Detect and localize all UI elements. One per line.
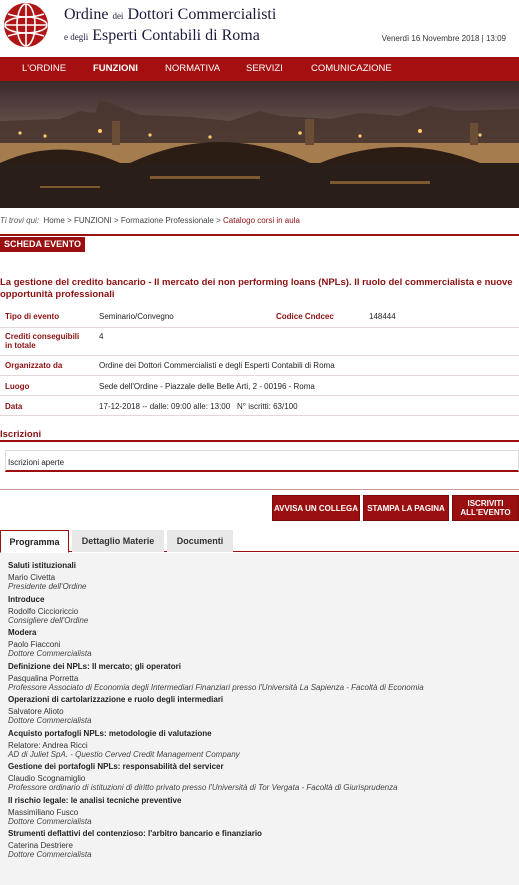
divider: [0, 489, 519, 490]
programma-role: AD di Juliet SpA. - Questio Cerved Credi…: [8, 749, 240, 759]
tab-dettaglio-materie[interactable]: Dettaglio Materie: [72, 530, 164, 552]
programma-role: Professore Associato di Economia degli I…: [8, 682, 424, 692]
globe-logo-icon[interactable]: [3, 2, 49, 48]
row-organizzato: Organizzato da Ordine dei Dottori Commer…: [0, 356, 519, 376]
value-data: 17-12-2018 -- dalle: 09:00 alle: 13:00: [99, 402, 231, 411]
nav-item-normativa[interactable]: NORMATIVA: [165, 63, 220, 74]
iscrizioni-heading: Iscrizioni: [0, 429, 42, 440]
divider: [0, 440, 519, 442]
programma-role: Dottore Commercialista: [8, 816, 92, 826]
label-codice: Codice Cndcec: [276, 312, 334, 321]
org-name[interactable]: Ordine dei Dottori Commercialisti e degl…: [64, 6, 276, 46]
breadcrumb: Ti trovi qui: Home > FUNZIONI > Formazio…: [0, 216, 300, 225]
programma-topic: Gestione dei portafogli NPLs: responsabi…: [8, 762, 224, 771]
current-date: Venerdì 16 Novembre 2018 | 13:09: [381, 34, 506, 43]
programma-topic: Il rischio legale: le analisi tecniche p…: [8, 795, 182, 805]
programma-speaker: Paolo Fiacconi: [8, 640, 61, 649]
value-codice: 148444: [369, 312, 396, 321]
breadcrumb-current: Catalogo corsi in aula: [223, 216, 300, 225]
row-data: Data 17-12-2018 -- dalle: 09:00 alle: 13…: [0, 396, 519, 416]
iscrizioni-box: Iscrizioni aperte: [5, 450, 519, 472]
value-organizzato: Ordine dei Dottori Commercialisti e degl…: [99, 361, 335, 370]
programma-speaker: Relatore: Andrea Ricci: [8, 740, 88, 750]
programma-topic: Saluti istituzionali: [8, 561, 77, 570]
programma-role: Dottore Commercialista: [8, 716, 92, 725]
section-label-scheda: SCHEDA EVENTO: [0, 237, 86, 252]
stampa-pagina-button[interactable]: STAMPA LA PAGINA: [363, 495, 449, 521]
programma-speaker: Rodolfo Ciccioriccio: [8, 606, 79, 616]
programma-panel: Saluti istituzionali Mario Civetta Preside…: [0, 553, 519, 885]
row-luogo: Luogo Sede dell'Ordine - Piazzale delle …: [0, 376, 519, 396]
programma-speaker: Claudio Scognamiglio: [8, 774, 86, 783]
nav-item-ordine[interactable]: L'ORDINE: [22, 63, 66, 74]
programma-role: Professore ordinario di istituzioni di d…: [8, 783, 398, 792]
programma-speaker: Pasqualina Porretta: [8, 673, 79, 683]
programma-topic: Introduce: [8, 594, 45, 604]
value-crediti: 4: [99, 332, 104, 341]
label-crediti: Crediti conseguibili in totale: [5, 332, 80, 350]
programma-speaker: Caterina Destriere: [8, 841, 73, 850]
programma-topic: Definizione dei NPLs: Il mercato; gli op…: [8, 661, 181, 671]
programma-role: Dottore Commercialista: [8, 850, 92, 859]
value-iscritti: N° iscritti: 63/100: [237, 402, 298, 411]
tab-programma[interactable]: Programma: [0, 530, 69, 553]
programma-speaker: Salvatore Alioto: [8, 707, 64, 716]
divider: [0, 234, 519, 236]
banner-image: [0, 81, 519, 208]
row-tipo: Tipo di evento Seminario/Convegno Codice…: [0, 306, 519, 328]
label-organizzato: Organizzato da: [5, 361, 63, 370]
breadcrumb-funzioni[interactable]: FUNZIONI: [74, 216, 112, 225]
programma-speaker: Massimiliano Fusco: [8, 807, 79, 817]
breadcrumb-home[interactable]: Home: [44, 216, 65, 225]
tab-documenti[interactable]: Documenti: [167, 530, 233, 552]
label-tipo: Tipo di evento: [5, 312, 60, 321]
iscrizioni-status: Iscrizioni aperte: [8, 458, 65, 467]
iscriviti-button[interactable]: ISCRIVITI ALL'EVENTO: [452, 495, 519, 521]
event-title: La gestione del credito bancario - Il me…: [0, 277, 513, 300]
nav-item-comunicazione[interactable]: COMUNICAZIONE: [311, 63, 392, 74]
tab-bar: Programma Dettaglio Materie Documenti: [0, 530, 519, 553]
site-header: Ordine dei Dottori Commercialisti e degl…: [0, 0, 519, 57]
main-nav: L'ORDINE FUNZIONI NORMATIVA SERVIZI COMU…: [0, 57, 519, 81]
nav-item-servizi[interactable]: SERVIZI: [246, 63, 283, 74]
programma-role: Presidente dell'Ordine: [8, 582, 87, 591]
programma-role: Dottore Commercialista: [8, 649, 92, 658]
programma-topic: Acquisto portafogli NPLs: metodologie di…: [8, 728, 212, 738]
value-tipo: Seminario/Convegno: [99, 312, 174, 321]
programma-topic: Modera: [8, 628, 37, 637]
programma-topic: Operazioni di cartolarizzazione e ruolo …: [8, 695, 224, 704]
row-crediti: Crediti conseguibili in totale 4: [0, 328, 519, 356]
programma-speaker: Mario Civetta: [8, 573, 56, 582]
breadcrumb-formazione[interactable]: Formazione Professionale: [121, 216, 214, 225]
value-luogo: Sede dell'Ordine - Piazzale delle Belle …: [99, 382, 315, 391]
label-luogo: Luogo: [5, 382, 30, 391]
programma-role: Consigliere dell'Ordine: [8, 615, 89, 625]
label-data: Data: [5, 402, 23, 411]
avvisa-collega-button[interactable]: AVVISA UN COLLEGA: [272, 495, 360, 521]
nav-item-funzioni[interactable]: FUNZIONI: [93, 63, 138, 74]
programma-topic: Strumenti deflattivi del contenzioso: l'…: [8, 829, 262, 838]
